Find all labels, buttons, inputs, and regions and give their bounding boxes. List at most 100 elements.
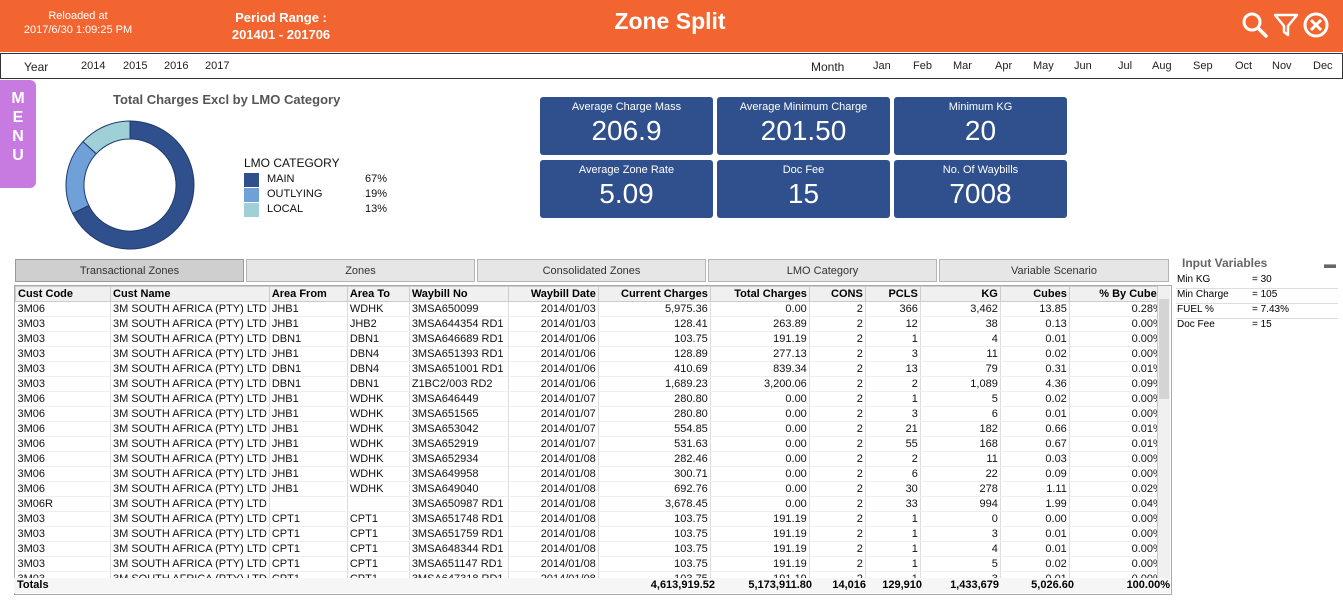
filter-icon[interactable] <box>1272 11 1300 39</box>
cell-cust-code: 3M03 <box>15 361 111 377</box>
column-header-area-to[interactable]: Area To <box>346 286 410 302</box>
table-row[interactable]: 3M06R 3M SOUTH AFRICA (PTY) LTD 3MSA650987… <box>15 496 1166 512</box>
year-2014[interactable]: 2014 <box>81 60 105 72</box>
month-jul[interactable]: Jul <box>1118 60 1132 72</box>
cell-area-from: CPT1 <box>269 526 348 542</box>
cell-kg: 994 <box>920 496 1001 512</box>
page-title: Zone Split <box>614 8 726 34</box>
cell-total-charges: 277.13 <box>710 346 810 362</box>
legend-item-main[interactable]: MAIN 67% <box>244 173 387 188</box>
input-variable-value[interactable]: = 105 <box>1252 289 1277 300</box>
cell-pct-by-cubes: 0.00% <box>1069 541 1166 557</box>
table-row[interactable]: 3M03 3M SOUTH AFRICA (PTY) LTD DBN1 DBN1 Z1B… <box>15 376 1166 392</box>
column-header-kg[interactable]: KG <box>919 286 1001 302</box>
month-dec[interactable]: Dec <box>1313 60 1333 72</box>
table-row[interactable]: 3M03 3M SOUTH AFRICA (PTY) LTD JHB1 DBN4 3MS… <box>15 346 1166 362</box>
column-header-pct-by-cubes[interactable]: % By Cubes <box>1068 286 1166 302</box>
cell-current-charges: 5,975.36 <box>598 301 711 317</box>
totals-kg: 1,433,679 <box>950 579 999 591</box>
table-row[interactable]: 3M03 3M SOUTH AFRICA (PTY) LTD JHB1 JHB2 3MS… <box>15 316 1166 332</box>
tab-transactional-zones[interactable]: Transactional Zones <box>15 259 244 282</box>
table-row[interactable]: 3M06 3M SOUTH AFRICA (PTY) LTD JHB1 WDHK 3MS… <box>15 391 1166 407</box>
table-row[interactable]: 3M03 3M SOUTH AFRICA (PTY) LTD DBN1 DBN4 3MS… <box>15 361 1166 377</box>
menu-button[interactable]: M E N U <box>0 80 36 188</box>
legend-item-local[interactable]: LOCAL 13% <box>244 203 387 218</box>
year-2015[interactable]: 2015 <box>123 60 147 72</box>
month-may[interactable]: May <box>1033 60 1054 72</box>
legend-swatch <box>244 203 259 217</box>
totals-pcls: 129,910 <box>882 579 922 591</box>
cell-area-from: CPT1 <box>269 541 348 557</box>
cell-pct-by-cubes: 0.00% <box>1069 526 1166 542</box>
table-row[interactable]: 3M03 3M SOUTH AFRICA (PTY) LTD DBN1 DBN1 3MS… <box>15 331 1166 347</box>
scrollbar-thumb[interactable] <box>1159 299 1169 399</box>
minimize-icon[interactable]: ▬ <box>1324 257 1336 271</box>
column-header-total-charges[interactable]: Total Charges <box>709 286 810 302</box>
month-nov[interactable]: Nov <box>1272 60 1292 72</box>
clear-icon[interactable] <box>1302 11 1330 39</box>
totals-row: Totals 4,613,919.52 5,173,911.80 14,016 … <box>14 578 1170 593</box>
cell-waybill-date: 2014/01/08 <box>508 511 599 527</box>
cell-waybill-no: 3MSA651759 RD1 <box>409 526 509 542</box>
column-header-waybill-date[interactable]: Waybill Date <box>507 286 599 302</box>
month-jun[interactable]: Jun <box>1074 60 1092 72</box>
column-header-current-charges[interactable]: Current Charges <box>597 286 711 302</box>
table-row[interactable]: 3M06 3M SOUTH AFRICA (PTY) LTD JHB1 WDHK 3MS… <box>15 421 1166 437</box>
year-2016[interactable]: 2016 <box>164 60 188 72</box>
cell-cons: 2 <box>809 406 866 422</box>
input-variable-value[interactable]: = 30 <box>1252 274 1272 285</box>
cell-pcls: 12 <box>865 316 921 332</box>
table-row[interactable]: 3M033M SOUTH AFRICA (PTY) LTDCPT1CPT13MS… <box>15 541 1166 557</box>
cell-pct-by-cubes: 0.09% <box>1069 376 1166 392</box>
donut-chart[interactable] <box>63 120 197 250</box>
legend-item-outlying[interactable]: OUTLYING 19% <box>244 188 387 203</box>
legend-label: LOCAL <box>267 203 304 215</box>
cell-waybill-date: 2014/01/03 <box>508 301 599 317</box>
cell-area-to: CPT1 <box>347 556 410 572</box>
column-header-cubes[interactable]: Cubes <box>999 286 1070 302</box>
column-header-pcls[interactable]: PCLS <box>864 286 921 302</box>
column-header-cust-code[interactable]: Cust Code <box>15 286 111 302</box>
month-oct[interactable]: Oct <box>1235 60 1252 72</box>
cell-cubes: 0.02 <box>1000 556 1070 572</box>
kpi-label: Average Minimum Charge <box>739 101 868 113</box>
column-header-cust-name[interactable]: Cust Name <box>110 286 270 302</box>
table-scrollbar[interactable] <box>1157 286 1170 592</box>
tab-variable-scenario[interactable]: Variable Scenario <box>939 259 1169 282</box>
table-row[interactable]: 3M033M SOUTH AFRICA (PTY) LTDCPT1CPT13MS… <box>15 556 1166 572</box>
tab-lmo-category[interactable]: LMO Category <box>708 259 937 282</box>
search-icon[interactable] <box>1241 11 1269 39</box>
column-header-waybill-no[interactable]: Waybill No <box>408 286 509 302</box>
input-variable-value[interactable]: = 7.43% <box>1252 304 1289 315</box>
table-row[interactable]: 3M033M SOUTH AFRICA (PTY) LTDCPT1CPT13MS… <box>15 511 1166 527</box>
table-row[interactable]: 3M06 3M SOUTH AFRICA (PTY) LTD JHB1 WDHK 3MS… <box>15 436 1166 452</box>
month-mar[interactable]: Mar <box>953 60 972 72</box>
year-2017[interactable]: 2017 <box>205 60 229 72</box>
cell-pcls: 2 <box>865 451 921 467</box>
cell-current-charges: 128.41 <box>598 316 711 332</box>
tab-consolidated-zones[interactable]: Consolidated Zones <box>477 259 706 282</box>
month-apr[interactable]: Apr <box>995 60 1012 72</box>
tab-zones[interactable]: Zones <box>246 259 475 282</box>
month-sep[interactable]: Sep <box>1193 60 1213 72</box>
table-row[interactable]: 3M06 3M SOUTH AFRICA (PTY) LTD JHB1 WDHK 3MS… <box>15 406 1166 422</box>
column-header-cons[interactable]: CONS <box>808 286 866 302</box>
column-header-area-from[interactable]: Area From <box>268 286 348 302</box>
cell-area-to: DBN4 <box>347 361 410 377</box>
month-aug[interactable]: Aug <box>1152 60 1172 72</box>
month-feb[interactable]: Feb <box>913 60 932 72</box>
month-jan[interactable]: Jan <box>873 60 891 72</box>
legend-label: MAIN <box>267 173 295 185</box>
table-row[interactable]: 3M06 3M SOUTH AFRICA (PTY) LTD JHB1 WDHK 3MS… <box>15 301 1166 317</box>
table-row[interactable]: 3M06 3M SOUTH AFRICA (PTY) LTD JHB1 WDHK 3MS… <box>15 481 1166 497</box>
input-variable-value[interactable]: = 15 <box>1252 319 1272 330</box>
kpi-no-of-waybills: No. Of Waybills 7008 <box>894 160 1067 218</box>
table-row[interactable]: 3M06 3M SOUTH AFRICA (PTY) LTD JHB1 WDHK 3MS… <box>15 451 1166 467</box>
table-row[interactable]: 3M033M SOUTH AFRICA (PTY) LTDCPT1CPT13MS… <box>15 526 1166 542</box>
cell-kg: 22 <box>920 466 1001 482</box>
table-row[interactable]: 3M06 3M SOUTH AFRICA (PTY) LTD JHB1 WDHK 3MS… <box>15 466 1166 482</box>
reloaded-label: Reloaded at <box>48 10 108 22</box>
input-variable-row: Min Charge = 105 <box>1176 288 1338 304</box>
donut-slice-outlying[interactable] <box>65 140 97 215</box>
cell-total-charges: 191.19 <box>710 526 810 542</box>
